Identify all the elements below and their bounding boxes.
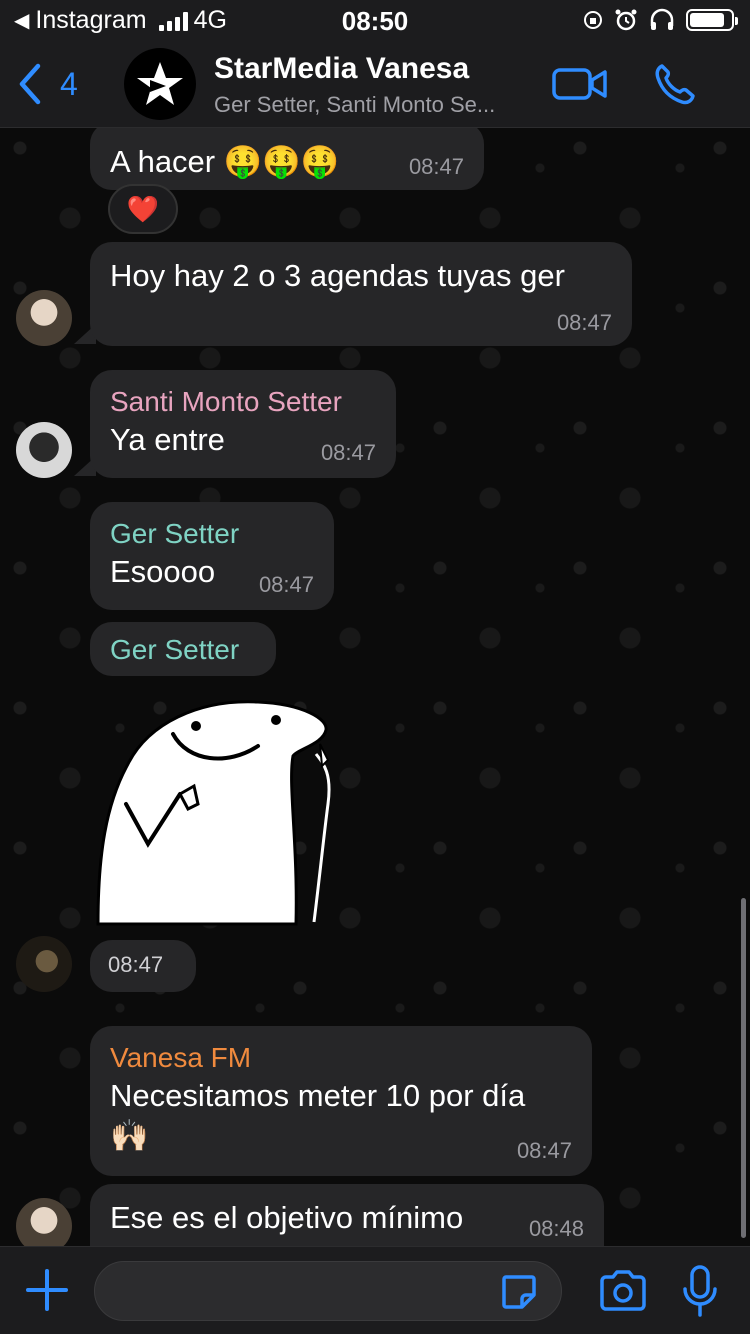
message-time: 08:47	[258, 572, 314, 597]
avatar[interactable]	[16, 936, 72, 992]
headphones-icon	[650, 8, 674, 30]
message-bubble[interactable]: Santi Monto Setter Ya entre 08:47	[90, 370, 396, 478]
rotation-lock-icon	[584, 11, 602, 29]
battery-icon	[686, 9, 738, 31]
thumbs-up-blob-sticker[interactable]	[88, 694, 340, 926]
avatar[interactable]	[16, 1198, 72, 1246]
message-time: 08:48	[528, 1216, 584, 1241]
chat-header: 4 StarMedia Vanesa Ger Setter, Santi Mon…	[0, 42, 750, 128]
chat-title[interactable]: StarMedia Vanesa	[214, 52, 469, 86]
sticker-time-chip: 08:47	[90, 940, 196, 992]
message-emoji: 🙌🏻	[110, 1118, 149, 1153]
chat-messages[interactable]: A hacer 🤑🤑🤑 08:47 ❤️ Hoy hay 2 o 3 agend…	[0, 128, 750, 1246]
phone-call-icon[interactable]	[652, 62, 696, 106]
status-icons	[582, 8, 738, 32]
sender-name[interactable]: Ger Setter	[110, 516, 314, 552]
battery-level	[690, 13, 724, 27]
composer-bar	[0, 1246, 750, 1334]
avatar[interactable]	[16, 290, 72, 346]
unread-count: 4	[60, 65, 78, 102]
avatar[interactable]	[16, 422, 72, 478]
heart-reaction[interactable]: ❤️	[108, 184, 178, 234]
message-input[interactable]	[94, 1261, 562, 1321]
chevron-left-icon	[19, 63, 41, 105]
back-button[interactable]: 4	[16, 62, 78, 106]
message-text: Necesitamos meter 10 por día	[110, 1078, 526, 1113]
chat-participants[interactable]: Ger Setter, Santi Monto Se...	[214, 92, 544, 118]
sticker-icon[interactable]	[500, 1273, 538, 1311]
group-avatar[interactable]	[124, 48, 196, 120]
video-call-icon[interactable]	[552, 64, 608, 104]
sender-chip[interactable]: Ger Setter	[90, 622, 276, 676]
microphone-icon[interactable]	[680, 1263, 720, 1319]
message-bubble[interactable]: Hoy hay 2 o 3 agendas tuyas ger 08:47	[90, 242, 632, 346]
camera-icon[interactable]	[598, 1269, 648, 1313]
message-time: 08:47	[556, 310, 612, 335]
sender-name[interactable]: Ger Setter	[110, 632, 256, 668]
plus-icon[interactable]	[24, 1267, 70, 1313]
message-time: 08:47	[108, 952, 164, 977]
scrollbar[interactable]	[741, 898, 746, 1238]
message-time: 08:47	[408, 154, 464, 179]
message-bubble[interactable]: Vanesa FM Necesitamos meter 10 por día 🙌…	[90, 1026, 592, 1176]
message-time: 08:47	[320, 440, 376, 465]
star-logo-icon	[137, 62, 183, 105]
message-bubble[interactable]: A hacer 🤑🤑🤑 08:47	[90, 128, 484, 190]
message-bubble[interactable]: Ese es el objetivo mínimo 08:48	[90, 1184, 604, 1246]
sender-name[interactable]: Vanesa FM	[110, 1040, 572, 1076]
status-bar: ◀ Instagram 4G 08:50	[0, 0, 750, 42]
message-time: 08:47	[516, 1138, 572, 1163]
message-text: Ese es el objetivo mínimo	[110, 1200, 464, 1235]
message-text: Hoy hay 2 o 3 agendas tuyas ger	[110, 258, 565, 293]
sender-name[interactable]: Santi Monto Setter	[110, 384, 376, 420]
message-bubble[interactable]: Ger Setter Esoooo 08:47	[90, 502, 334, 610]
alarm-icon	[615, 9, 637, 31]
